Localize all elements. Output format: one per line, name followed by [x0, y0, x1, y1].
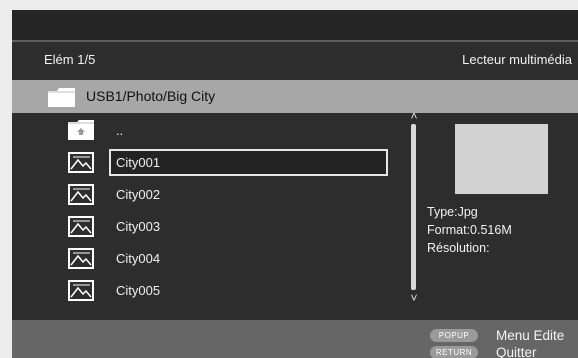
image-file-icon: [68, 152, 94, 178]
list-item-parent-folder[interactable]: ..: [12, 115, 412, 147]
scrollbar[interactable]: ˄ ˅: [407, 110, 421, 306]
path-bar: USB1/Photo/Big City: [12, 80, 578, 113]
folder-icon: [48, 88, 75, 112]
list-item[interactable]: City003: [12, 211, 412, 243]
file-list: .. City001 City002 City003 City004 City0…: [12, 113, 412, 303]
image-file-icon: [68, 184, 94, 210]
list-item-label: City005: [116, 283, 161, 298]
popup-key-badge[interactable]: POPUP: [430, 329, 478, 342]
current-path: USB1/Photo/Big City: [86, 88, 216, 104]
scroll-up-icon[interactable]: ˄: [407, 110, 421, 122]
list-item-label: ..: [116, 123, 124, 138]
item-counter: Elém 1/5: [44, 52, 96, 67]
return-quit-label: Quitter: [496, 345, 537, 358]
image-file-icon: [68, 280, 94, 306]
list-item-label: City002: [116, 187, 161, 202]
popup-menu-label: Menu Edite: [496, 328, 565, 343]
info-format: Format:0.516M: [427, 223, 512, 237]
info-resolution: Résolution:: [427, 241, 490, 255]
footer-bar: POPUP Menu Edite RETURN Quitter: [12, 320, 578, 358]
scrollbar-track[interactable]: [411, 124, 416, 290]
list-item[interactable]: City002: [12, 179, 412, 211]
list-item-label: City004: [116, 251, 161, 266]
folder-up-icon: [68, 120, 94, 145]
image-file-icon: [68, 216, 94, 242]
top-divider: [12, 40, 578, 42]
info-type: Type:Jpg: [427, 205, 478, 219]
page-title: Lecteur multimédia: [462, 52, 572, 67]
list-item-label: City001: [116, 155, 161, 170]
list-item-selected[interactable]: City001: [12, 147, 412, 179]
list-item[interactable]: City004: [12, 243, 412, 275]
media-player-screen: Elém 1/5 Lecteur multimédia USB1/Photo/B…: [12, 10, 578, 358]
list-item-label: City003: [116, 219, 161, 234]
image-file-icon: [68, 248, 94, 274]
top-bar: [12, 10, 578, 40]
list-item[interactable]: City005: [12, 275, 412, 307]
scroll-down-icon[interactable]: ˅: [407, 292, 421, 304]
return-key-badge[interactable]: RETURN: [430, 346, 478, 358]
preview-thumbnail: [455, 124, 548, 194]
